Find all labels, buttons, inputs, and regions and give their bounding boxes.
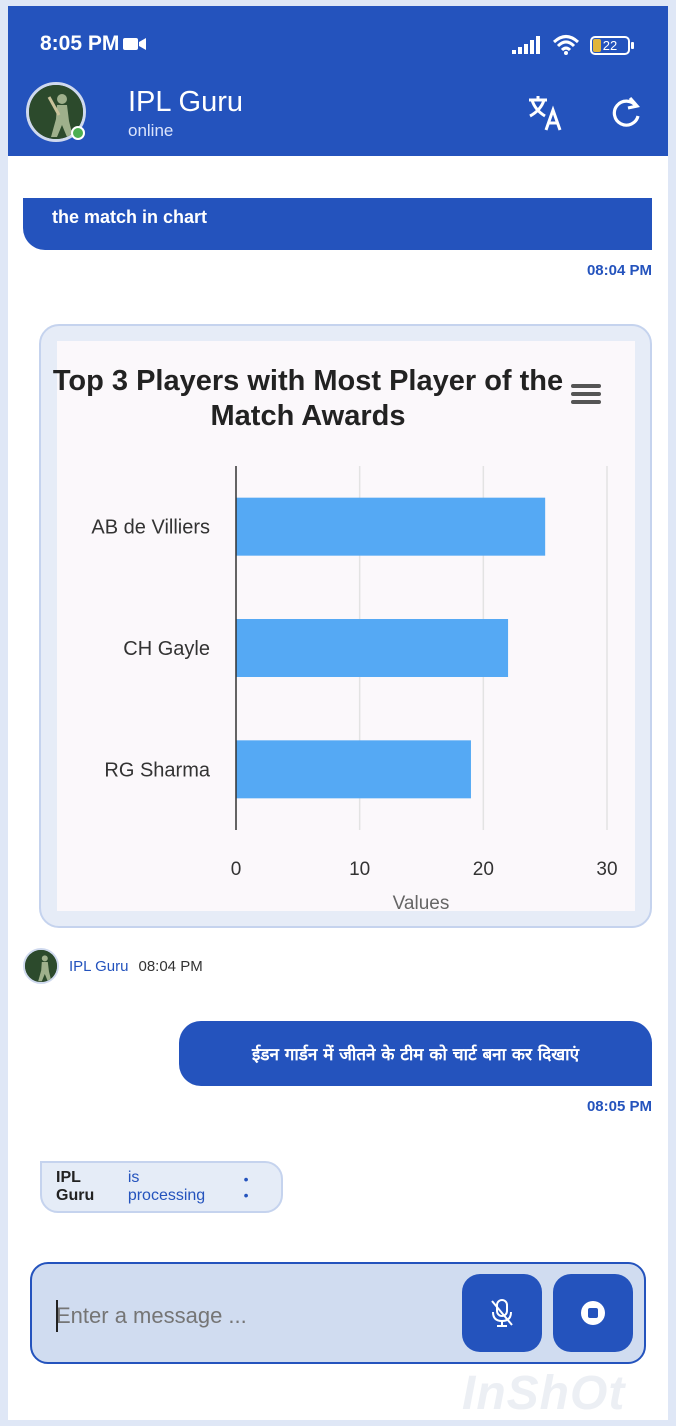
message-time: 08:05 PM — [586, 1098, 652, 1115]
message-input[interactable] — [56, 1300, 436, 1332]
bar — [236, 740, 471, 799]
chart-title: Top 3 Players with Most Player of the Ma… — [52, 365, 564, 432]
y-tick-label: AB de Villiers — [91, 517, 210, 539]
typing-dots: • • — [243, 1171, 257, 1203]
chart-menu-icon[interactable] — [571, 382, 601, 406]
mic-off-icon — [491, 1299, 513, 1327]
sender-row: IPL Guru 08:04 PM — [23, 948, 203, 984]
x-tick-label: 20 — [473, 859, 494, 880]
mic-button[interactable] — [462, 1274, 542, 1352]
bot-avatar — [23, 948, 59, 984]
message-composer — [30, 1262, 646, 1364]
cricketer-icon — [25, 950, 57, 982]
bar — [236, 619, 509, 677]
text-cursor — [56, 1300, 58, 1332]
phone-screen: 8:05 PM 22 IPL Guru online the match in … — [8, 6, 668, 1420]
sender-name: IPL Guru — [69, 957, 129, 975]
y-tick-label: RG Sharma — [104, 759, 210, 781]
stop-button[interactable] — [553, 1274, 633, 1352]
x-axis-label: Values — [393, 893, 450, 914]
stop-icon — [581, 1301, 605, 1325]
x-tick-label: 30 — [596, 859, 617, 880]
processing-status: is processing — [127, 1169, 206, 1204]
message-text: ईडन गार्डन में जीतने के टीम को चार्ट बना… — [252, 1045, 579, 1065]
bar — [236, 497, 546, 556]
x-tick-label: 10 — [349, 859, 370, 880]
watermark-logo: InShOt — [462, 1367, 626, 1420]
x-tick-label: 0 — [231, 859, 242, 880]
processing-indicator: IPL Guru is processing • • — [40, 1161, 283, 1213]
y-tick-label: CH Gayle — [123, 638, 210, 660]
processing-name: IPL Guru — [56, 1169, 95, 1204]
sender-time: 08:04 PM — [138, 957, 203, 975]
message-bubble-user: ईडन गार्डन में जीतने के टीम को चार्ट बना… — [179, 1021, 652, 1086]
